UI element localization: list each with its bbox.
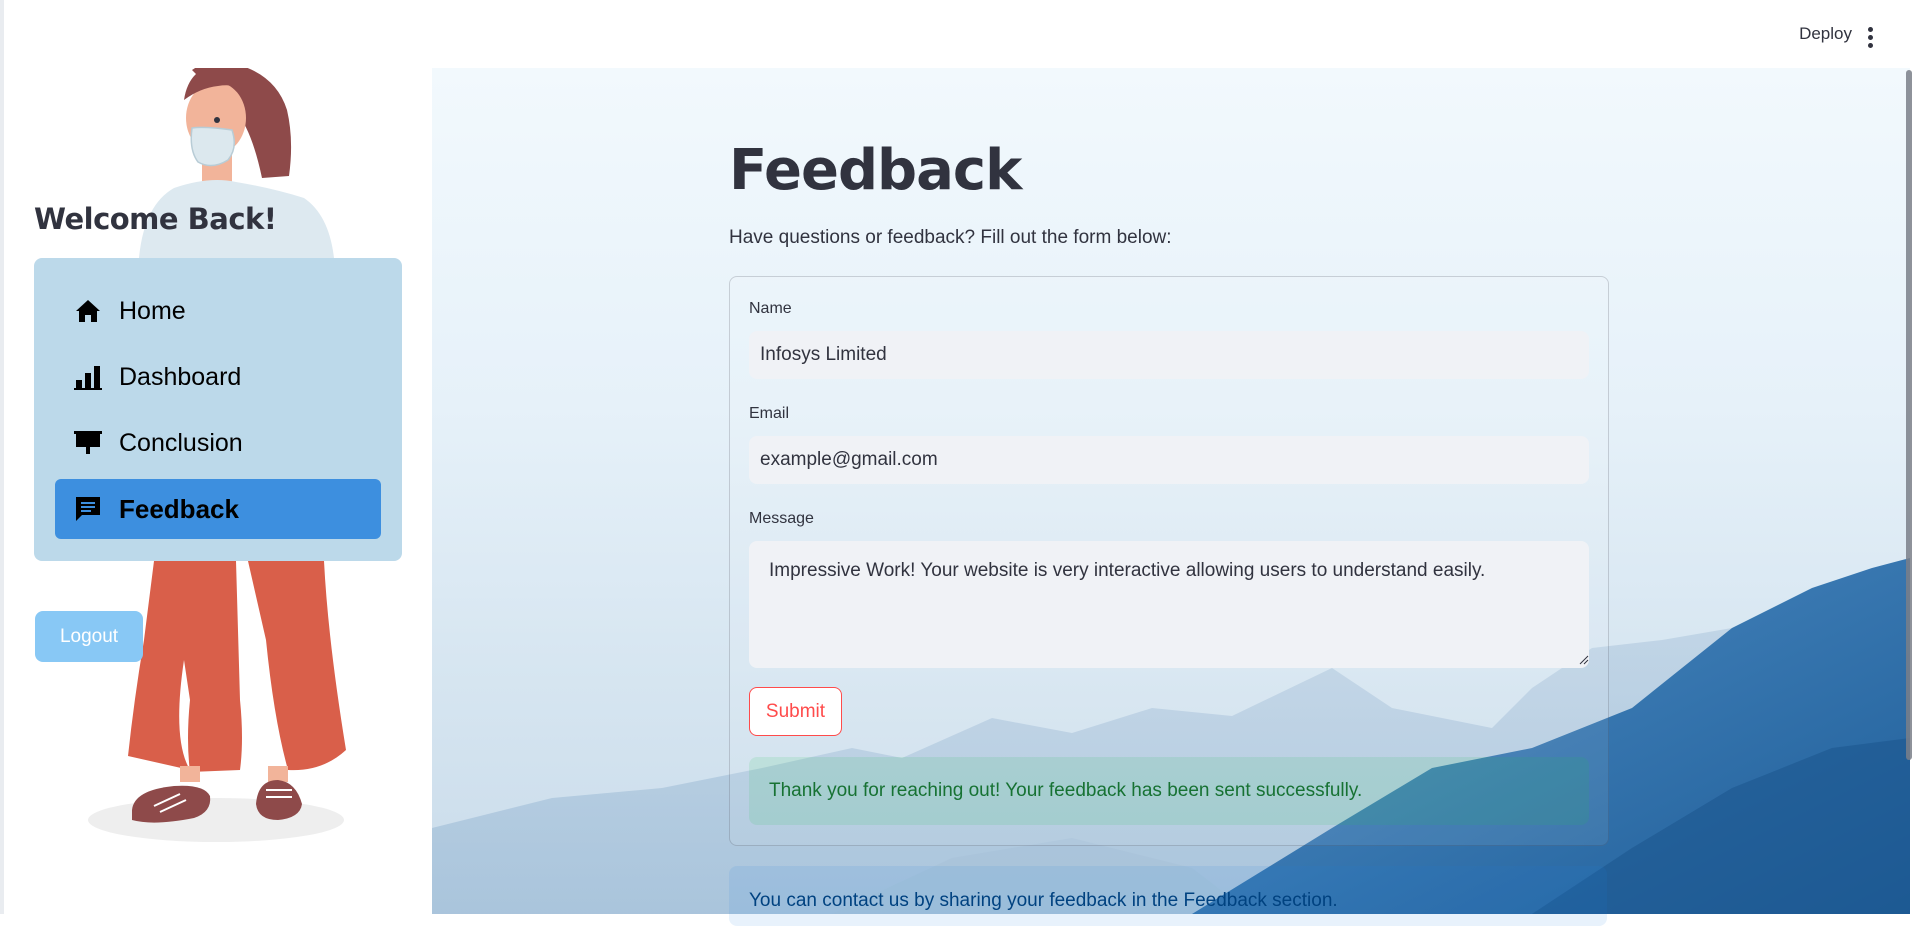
home-icon (73, 296, 103, 326)
name-label: Name (749, 300, 792, 317)
email-label: Email (749, 405, 790, 422)
submit-button[interactable]: Submit (749, 687, 842, 736)
nav-item-feedback[interactable]: Feedback (55, 479, 381, 539)
success-alert: Thank you for reaching out! Your feedbac… (749, 757, 1589, 825)
nav-item-label: Conclusion (119, 428, 243, 457)
page-subtitle: Have questions or feedback? Fill out the… (729, 227, 1172, 248)
sidebar: Welcome Back! Home Dashboard Conclusion … (4, 0, 432, 914)
nav-item-dashboard[interactable]: Dashboard (55, 347, 381, 407)
nav-item-label: Feedback (119, 493, 239, 524)
deploy-button[interactable]: Deploy (1799, 24, 1852, 44)
nav-item-label: Home (119, 296, 186, 325)
scrollbar-thumb[interactable] (1906, 70, 1912, 760)
nav-item-home[interactable]: Home (55, 281, 381, 341)
page-title: Feedback (729, 138, 1022, 203)
info-alert: You can contact us by sharing your feedb… (729, 866, 1607, 926)
bar-chart-icon (73, 362, 103, 392)
feedback-form: Name Email Message Impressive Work! Your… (729, 276, 1609, 846)
email-input[interactable] (749, 436, 1589, 484)
app-header: Deploy (4, 0, 1914, 68)
name-input[interactable] (749, 331, 1589, 379)
option-menu: Home Dashboard Conclusion Feedback (34, 258, 402, 561)
message-label: Message (749, 510, 814, 527)
nav-item-label: Dashboard (119, 362, 242, 391)
logout-button[interactable]: Logout (35, 611, 143, 662)
chat-icon (73, 494, 103, 524)
kebab-menu-icon[interactable] (1868, 27, 1874, 48)
message-textarea[interactable]: Impressive Work! Your website is very in… (749, 541, 1589, 668)
welcome-heading: Welcome Back! (34, 202, 277, 236)
presentation-icon (73, 428, 103, 458)
nav-item-conclusion[interactable]: Conclusion (55, 413, 381, 473)
resize-handle-icon[interactable] (1579, 655, 1589, 665)
